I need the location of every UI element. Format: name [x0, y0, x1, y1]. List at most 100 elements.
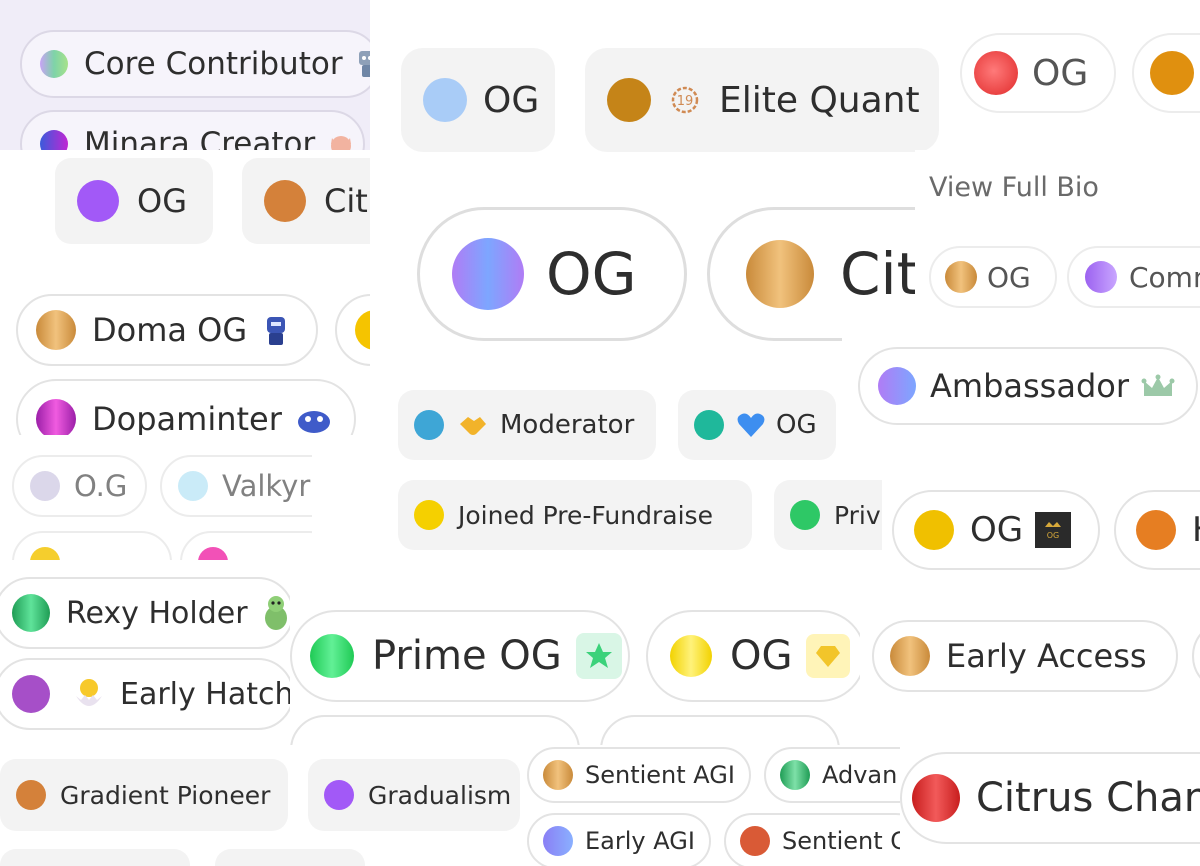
- badge-dot-purple: [77, 180, 119, 222]
- badge-dot-yellow: [30, 547, 60, 560]
- badge-comm[interactable]: Comm: [1067, 246, 1200, 308]
- panel-sentient: Sentient AGI Advan Early AGI Sentient C: [520, 745, 900, 866]
- badge-dot-green: [310, 634, 354, 678]
- badge-dot-orange: [264, 180, 306, 222]
- badge-partial-row[interactable]: [0, 849, 190, 866]
- badge-early-access[interactable]: Early Access: [872, 620, 1178, 692]
- panel-view-bio: View Full Bio OG Comm: [915, 150, 1200, 325]
- badge-partial-pink[interactable]: [180, 531, 312, 560]
- badge-og-purple[interactable]: OG: [55, 158, 213, 244]
- badge-og-logo[interactable]: OG OG: [892, 490, 1100, 570]
- badge-partial-dudu[interactable]: [12, 531, 172, 560]
- badge-dopaminter[interactable]: Dopaminter: [16, 379, 356, 435]
- badge-sentient-agi[interactable]: Sentient AGI: [527, 747, 751, 803]
- badge-label: Prime OG: [372, 633, 562, 679]
- badge-partial-row[interactable]: [290, 715, 580, 745]
- badge-dot-lavender: [30, 471, 60, 501]
- badge-cit-large[interactable]: Cit: [707, 207, 915, 341]
- badge-og-gold[interactable]: OG: [929, 246, 1057, 308]
- badge-dot-blue-purple: [452, 238, 524, 310]
- badge-label: Early Hatch: [120, 676, 290, 712]
- badge-cit-orange[interactable]: Cit: [242, 158, 370, 244]
- badge-prime-og[interactable]: Prime OG: [290, 610, 630, 702]
- badge-label: OG: [776, 410, 817, 440]
- badge-og-dotted[interactable]: O.G: [12, 455, 147, 517]
- badge-dot-red-orange: [740, 826, 770, 856]
- badge-label: Joined Pre-Fundraise: [458, 500, 713, 530]
- badge-label: Sentient C: [782, 827, 900, 855]
- badge-moderator[interactable]: Moderator: [398, 390, 656, 460]
- badge-partial-row[interactable]: [215, 849, 365, 866]
- badge-doma-og[interactable]: Doma OG: [16, 294, 318, 366]
- badge-citrus-chan[interactable]: Citrus Chan: [900, 752, 1200, 844]
- badge-early-hatch[interactable]: Early Hatch: [0, 658, 290, 730]
- badge-partial-orange[interactable]: [1132, 33, 1200, 113]
- badge-partial-yellow[interactable]: [335, 294, 375, 366]
- badge-og-teal[interactable]: OG: [678, 390, 836, 460]
- badge-label: Valkyr: [222, 469, 311, 503]
- badge-core-contributor[interactable]: Core Contributor: [20, 30, 370, 98]
- star-icon: [575, 633, 622, 679]
- badge-partial-row[interactable]: [600, 715, 840, 745]
- badge-dot-magenta: [36, 399, 76, 435]
- badge-label: OG: [970, 510, 1024, 550]
- panel-ambassador: Ambassador: [842, 325, 1200, 438]
- badge-label: OG: [1032, 52, 1089, 94]
- badge-og-yellow[interactable]: OG: [646, 610, 860, 702]
- badge-advan[interactable]: Advan: [764, 747, 900, 803]
- badge-dot-gold: [746, 240, 814, 308]
- badge-label: Priv: [834, 500, 881, 530]
- badge-dot-purple: [1085, 261, 1117, 293]
- blob-icon: [296, 404, 332, 434]
- badge-label: Advan: [822, 761, 898, 789]
- badge-dot-orange: [1150, 51, 1194, 95]
- badge-og-red[interactable]: OG: [960, 33, 1116, 113]
- og-logo-icon: OG: [1035, 512, 1072, 548]
- badge-partial-row[interactable]: [1192, 620, 1200, 692]
- badge-dot-purple: [12, 675, 50, 713]
- badge-elite-quant[interactable]: 19 Elite Quant: [585, 48, 939, 152]
- badge-minara-creator[interactable]: Minara Creator: [20, 110, 365, 150]
- crown-icon: [1141, 372, 1175, 400]
- badge-label: OG: [546, 240, 637, 308]
- badge-sentient-c[interactable]: Sentient C: [724, 813, 900, 866]
- badge-dot-orange: [1136, 510, 1176, 550]
- badge-rexy-holder[interactable]: Rexy Holder: [0, 577, 290, 649]
- svg-text:19: 19: [677, 94, 694, 109]
- badge-dot-sky: [414, 410, 444, 440]
- badge-og-blue[interactable]: OG: [401, 48, 555, 152]
- badge-dot-light-blue: [178, 471, 208, 501]
- view-full-bio-link[interactable]: View Full Bio: [929, 172, 1099, 203]
- badge-dot-purple: [324, 780, 354, 810]
- badge-h[interactable]: H: [1114, 490, 1200, 570]
- badge-dot-teal: [694, 410, 724, 440]
- badge-priv[interactable]: Priv: [774, 480, 885, 550]
- badge-valkyr[interactable]: Valkyr: [160, 455, 312, 517]
- badge-gradient-pioneer[interactable]: Gradient Pioneer: [0, 759, 288, 831]
- badge-dot-blue-purple: [543, 826, 573, 856]
- hatching-chick-icon: [72, 676, 106, 712]
- badge-dot-green: [12, 594, 50, 632]
- handshake-icon: [458, 412, 488, 438]
- badge-ambassador[interactable]: Ambassador: [858, 347, 1198, 425]
- badge-label: Early Access: [946, 637, 1147, 675]
- badge-dot-gold: [890, 636, 930, 676]
- knight-icon: [261, 313, 291, 347]
- badge-label: Elite Quant: [719, 79, 920, 121]
- badge-label: H: [1192, 510, 1200, 550]
- badge-og-large[interactable]: OG: [417, 207, 687, 341]
- badge-gradualism[interactable]: Gradualism: [308, 759, 520, 831]
- panel-elite-quant: OG 19 Elite Quant: [370, 0, 960, 165]
- badge-label: Minara Creator: [84, 126, 316, 150]
- panel-gradient: Gradient Pioneer Gradualism: [0, 745, 520, 866]
- badge-label: Gradient Pioneer: [60, 780, 271, 810]
- badge-label: OG: [987, 260, 1031, 294]
- badge-dot-rainbow: [40, 50, 68, 78]
- badge-dot-gold: [914, 510, 954, 550]
- panel-og-logo: OG OG H: [882, 438, 1200, 578]
- badge-dot-yellow: [670, 635, 712, 677]
- badge-joined-prefundraise[interactable]: Joined Pre-Fundraise: [398, 480, 752, 550]
- badge-label: OG: [137, 182, 187, 220]
- panel-rexy-hatch: Rexy Holder Early Hatch: [0, 560, 290, 745]
- badge-early-agi[interactable]: Early AGI: [527, 813, 711, 866]
